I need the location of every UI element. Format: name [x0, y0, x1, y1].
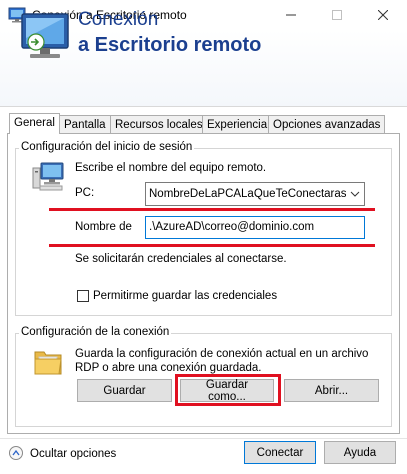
banner-title-line1: Conexión: [78, 9, 159, 30]
save-credentials-label[interactable]: Permitirme guardar las credenciales: [93, 290, 277, 302]
tab-recursos-locales[interactable]: Recursos locales: [110, 115, 208, 133]
minimize-button[interactable]: [268, 0, 314, 30]
maximize-button[interactable]: [314, 0, 360, 30]
login-prompt: Escribe el nombre del equipo remoto.: [75, 162, 267, 174]
help-button[interactable]: Ayuda: [324, 441, 396, 464]
chevron-down-icon[interactable]: [346, 189, 364, 200]
folder-icon: [34, 351, 62, 375]
minimize-icon: [286, 14, 296, 16]
computer-icon: [32, 162, 64, 191]
save-credentials-checkbox[interactable]: [77, 290, 89, 302]
tab-experiencia[interactable]: Experiencia: [202, 115, 273, 133]
login-settings-title: Configuración del inicio de sesión: [19, 141, 195, 153]
username-input[interactable]: .\AzureAD\correo@dominio.com: [145, 216, 365, 239]
connection-description: Guarda la configuración de conexión actu…: [75, 348, 369, 374]
tab-opciones-avanzadas[interactable]: Opciones avanzadas: [268, 115, 386, 133]
banner-title-line2: a Escritorio remoto: [78, 34, 262, 56]
tab-general[interactable]: General: [9, 113, 60, 134]
footer-divider: [0, 438, 407, 439]
annotation-underline: [49, 208, 375, 211]
close-icon: [378, 10, 388, 20]
connection-settings-title: Configuración de la conexión: [19, 326, 172, 338]
save-button[interactable]: Guardar: [77, 379, 172, 402]
maximize-icon: [332, 10, 342, 20]
hide-options-link[interactable]: Ocultar opciones: [30, 448, 116, 460]
annotation-highlight-box: [175, 374, 281, 406]
tab-pantalla[interactable]: Pantalla: [59, 115, 111, 133]
pc-combobox[interactable]: NombreDeLaPCALaQueTeConectaras: [145, 182, 365, 206]
annotation-underline: [49, 244, 375, 247]
credentials-hint: Se solicitarán credenciales al conectars…: [75, 253, 287, 265]
pc-label: PC:: [75, 187, 95, 199]
close-button[interactable]: [360, 0, 406, 30]
username-label: Nombre de: [75, 221, 132, 233]
connect-button[interactable]: Conectar: [244, 441, 316, 464]
pc-value: NombreDeLaPCALaQueTeConectaras: [149, 188, 346, 200]
remote-desktop-icon: [21, 13, 69, 58]
open-button[interactable]: Abrir...: [284, 379, 379, 402]
chevron-up-icon[interactable]: [9, 446, 23, 460]
